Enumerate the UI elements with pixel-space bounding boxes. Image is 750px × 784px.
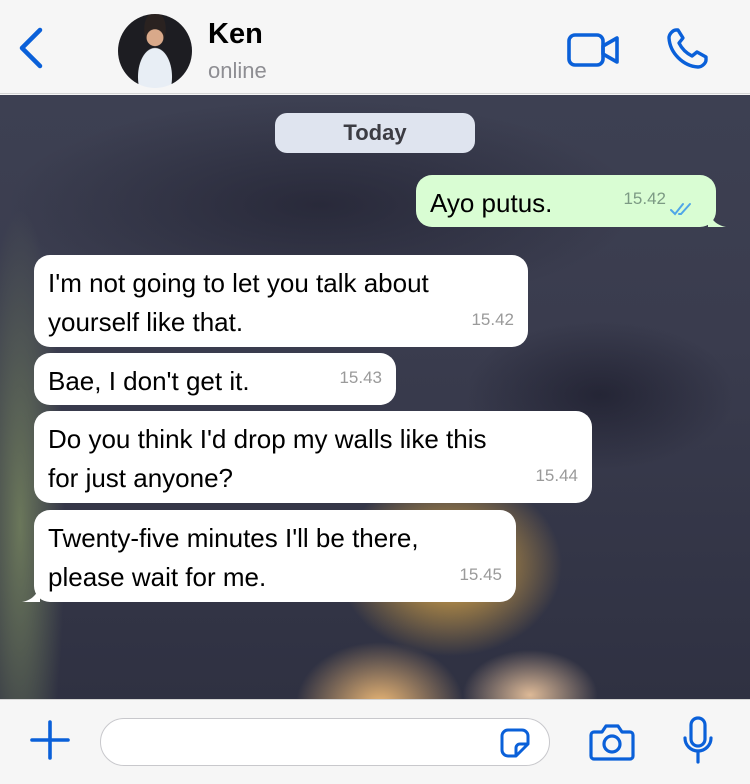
date-separator: Today — [275, 113, 475, 153]
video-camera-icon — [567, 33, 619, 67]
back-button[interactable] — [12, 24, 52, 72]
message-time: 15.45 — [459, 565, 502, 584]
chat-header: Ken online — [0, 0, 750, 94]
bubble-tail — [22, 584, 40, 602]
plus-icon — [30, 720, 70, 760]
bubble-tail — [708, 209, 726, 227]
sticker-icon — [500, 728, 530, 758]
chevron-left-icon — [19, 27, 43, 69]
phone-icon — [667, 28, 708, 69]
message-text: Ayo putus. — [430, 188, 553, 218]
attach-button[interactable] — [28, 718, 72, 762]
voice-call-button[interactable] — [664, 26, 712, 72]
message-text-line: Do you think I'd drop my walls like this — [48, 424, 487, 454]
message-text-line: Twenty-five minutes I'll be there, — [48, 523, 419, 553]
message-incoming[interactable]: Do you think I'd drop my walls like this… — [34, 411, 592, 503]
message-text-line: please wait for me. — [48, 562, 267, 592]
message-list[interactable]: Today Ayo putus. 15.42 I'm not going to … — [0, 95, 750, 699]
message-time: 15.42 — [471, 310, 514, 329]
avatar[interactable] — [118, 14, 192, 88]
contact-name[interactable]: Ken — [208, 18, 263, 51]
contact-status: online — [208, 58, 267, 83]
video-call-button[interactable] — [566, 30, 622, 70]
message-text-line: I'm not going to let you talk about — [48, 268, 429, 298]
read-receipt-icon — [670, 203, 691, 216]
message-input[interactable] — [100, 718, 550, 766]
message-incoming[interactable]: Twenty-five minutes I'll be there, pleas… — [22, 510, 516, 602]
message-incoming[interactable]: I'm not going to let you talk about your… — [34, 255, 528, 347]
message-incoming[interactable]: Bae, I don't get it. 15.43 — [34, 353, 396, 405]
camera-icon — [589, 724, 635, 761]
message-time: 15.43 — [339, 368, 382, 387]
message-time: 15.42 — [623, 189, 666, 208]
voice-message-button[interactable] — [682, 716, 714, 766]
message-text-line: for just anyone? — [48, 463, 234, 493]
camera-button[interactable] — [588, 722, 636, 762]
sticker-button[interactable] — [500, 728, 530, 758]
microphone-icon — [683, 716, 713, 764]
message-text: Bae, I don't get it. — [48, 366, 250, 396]
message-outgoing[interactable]: Ayo putus. 15.42 — [416, 175, 726, 227]
message-text-line: yourself like that. — [48, 307, 244, 337]
message-time: 15.44 — [535, 466, 578, 485]
composer-bar — [0, 699, 750, 784]
